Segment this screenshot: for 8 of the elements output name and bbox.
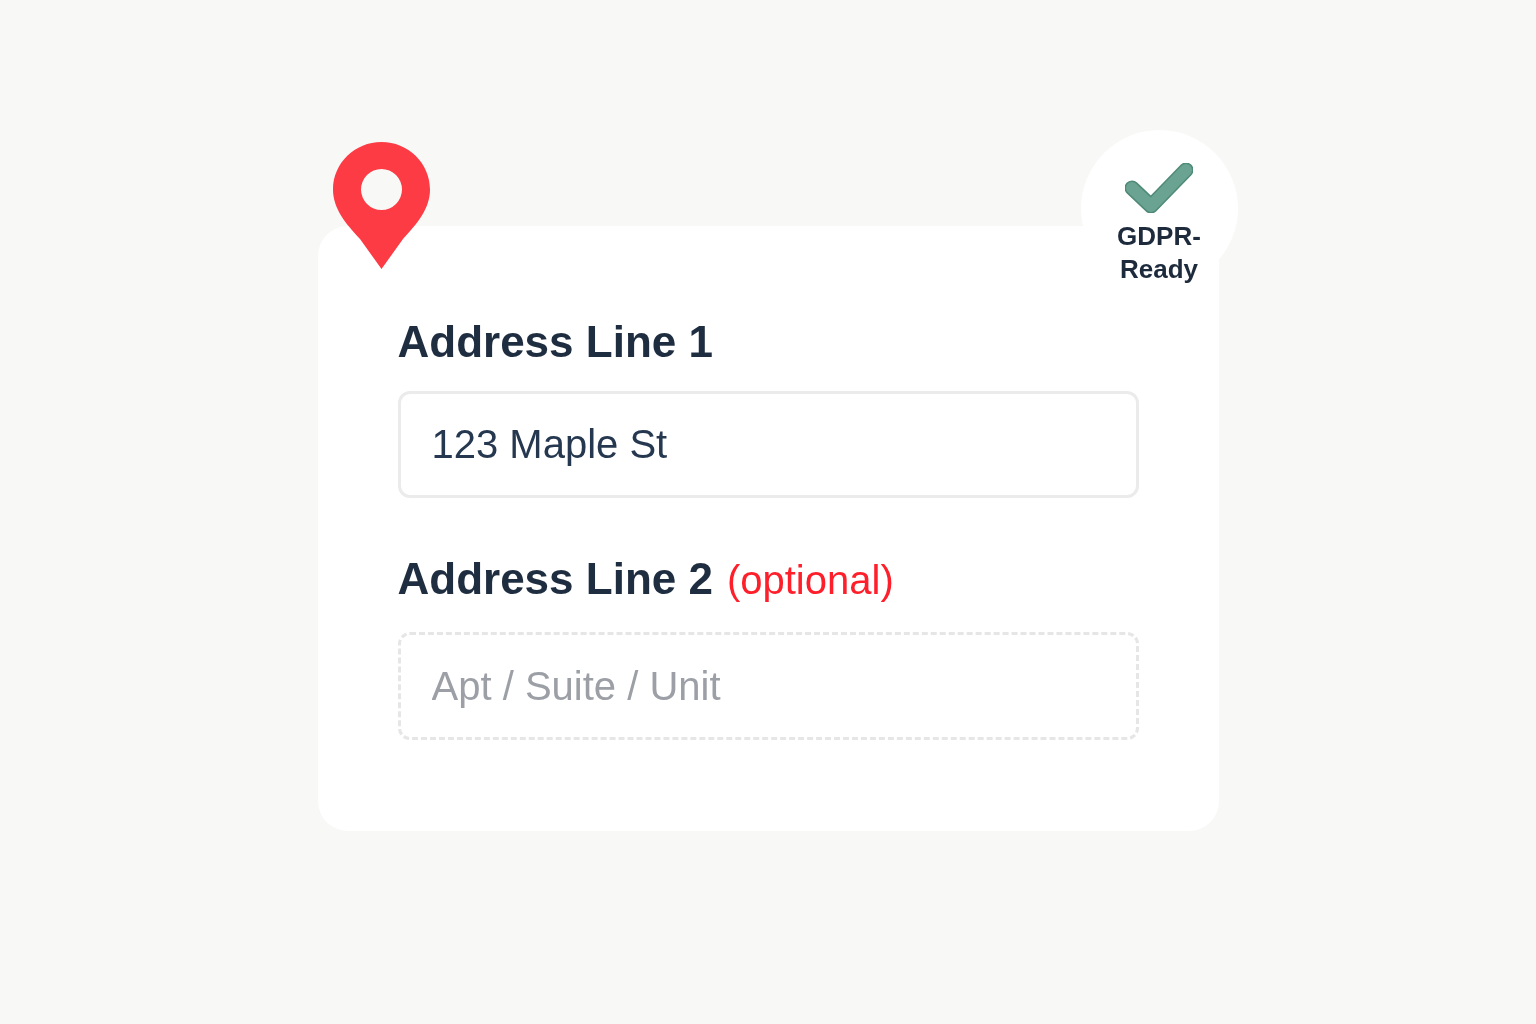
input-field[interactable]: Apt / Suite / Unit xyxy=(397,632,1139,740)
field-label: Address Line 2 xyxy=(397,553,713,605)
check-icon xyxy=(1125,163,1193,213)
optional-note: (optional) xyxy=(726,557,894,604)
location-pin-icon xyxy=(332,142,430,269)
badge-label: GDPR-Ready xyxy=(1116,220,1202,286)
field-label: Address Line 1 xyxy=(397,316,713,368)
input-field[interactable]: 123 Maple St xyxy=(397,391,1139,498)
